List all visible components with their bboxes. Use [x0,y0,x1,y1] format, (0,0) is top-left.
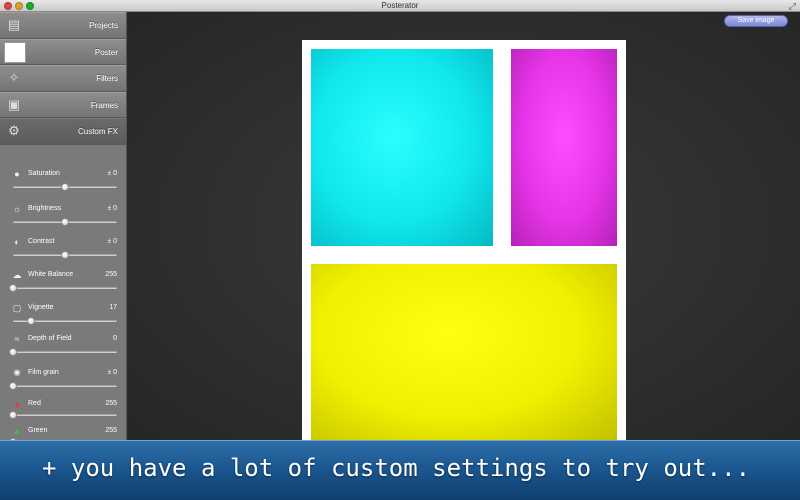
setting-white-balance: ☁ White Balance 255 [0,270,127,300]
setting-red: ▲ Red 255 [0,399,127,429]
setting-value: ± 0 [107,369,117,376]
frame-icon: ▣ [7,96,21,112]
setting-value: 255 [105,271,117,278]
sliders-icon: ⚙ [8,123,20,139]
setting-label: White Balance [28,271,74,278]
setting-label: Red [28,400,41,407]
depth-of-field-slider[interactable] [9,348,117,356]
slider-thumb[interactable] [9,411,17,419]
contrast-icon: ◐ [14,237,20,247]
poster-cell-magenta[interactable] [511,49,617,246]
red-channel-icon: ▲ [12,399,22,409]
fullscreen-icon[interactable]: ⤢ [789,1,796,11]
poster-preview [302,40,626,440]
caption-text: + you have a lot of custom settings to t… [42,454,751,482]
poster-cell-yellow[interactable] [311,264,617,440]
magic-wand-icon: ✧ [8,70,20,86]
red-slider[interactable] [9,411,117,419]
setting-value: ± 0 [107,238,117,245]
slider-thumb[interactable] [9,284,17,292]
setting-depth-of-field: ≈ Depth of Field 0 [0,334,127,364]
poster-cell-cyan[interactable] [311,49,493,246]
white-balance-slider[interactable] [9,284,117,292]
setting-label: Film grain [28,369,59,376]
slider-thumb[interactable] [61,251,69,259]
sidebar-item-label: Custom FX [77,127,118,137]
contrast-slider[interactable] [13,251,117,259]
film-grain-slider[interactable] [9,382,117,390]
setting-label: Saturation [28,170,60,177]
green-channel-icon: ▲ [12,426,22,436]
sidebar-item-frames[interactable]: ▣ Frames [0,91,126,119]
window-title: Posterator [381,1,419,10]
setting-label: Brightness [28,205,62,212]
setting-value: ± 0 [107,205,117,212]
setting-label: Vignette [28,304,54,311]
slider-thumb[interactable] [9,382,17,390]
color-wheel-icon: ● [14,169,20,179]
poster-thumbnail [4,41,26,63]
slider-thumb[interactable] [9,348,17,356]
setting-brightness: ☼ Brightness ± 0 [0,204,127,234]
slider-thumb[interactable] [26,317,35,325]
setting-film-grain: ✺ Film grain ± 0 [0,368,127,398]
vignette-slider[interactable] [13,317,117,325]
brightness-slider[interactable] [13,218,117,226]
setting-contrast: ◐ Contrast ± 0 [0,237,127,267]
slider-thumb[interactable] [61,218,69,226]
setting-value: 255 [105,427,117,434]
saturation-slider[interactable] [13,183,117,191]
setting-label: Depth of Field [28,335,72,342]
setting-saturation: ● Saturation ± 0 [0,169,127,199]
sun-icon: ☼ [12,204,22,214]
document-icon: ▤ [7,17,21,32]
sidebar: ▤ Projects Poster ✧ Filters ▣ Frames ⚙ C… [0,12,127,500]
slider-thumb[interactable] [61,183,69,191]
setting-value: 255 [105,400,117,407]
setting-vignette: ▢ Vignette 17 [0,303,127,333]
title-bar: Posterator ⤢ [0,0,800,12]
save-image-button[interactable]: Save image [724,15,788,27]
setting-label: Contrast [28,238,55,245]
setting-value: 0 [113,335,117,342]
film-grain-icon: ✺ [13,368,21,378]
setting-label: Green [28,427,48,434]
setting-value: ± 0 [107,170,117,177]
vignette-icon: ▢ [12,303,22,313]
sidebar-item-label: Poster [94,47,118,57]
sidebar-item-poster[interactable]: Poster [0,38,126,66]
depth-of-field-icon: ≈ [14,334,20,344]
white-balance-icon: ☁ [12,270,22,280]
sidebar-item-label: Frames [90,100,118,110]
caption-banner: + you have a lot of custom settings to t… [0,440,800,500]
sidebar-item-label: Filters [96,74,118,84]
sidebar-item-filters[interactable]: ✧ Filters [0,65,126,92]
sidebar-item-label: Projects [89,21,118,30]
sidebar-item-projects[interactable]: ▤ Projects [0,12,126,39]
sidebar-item-custom-fx[interactable]: ⚙ Custom FX [0,118,126,145]
setting-value: 17 [109,304,117,311]
